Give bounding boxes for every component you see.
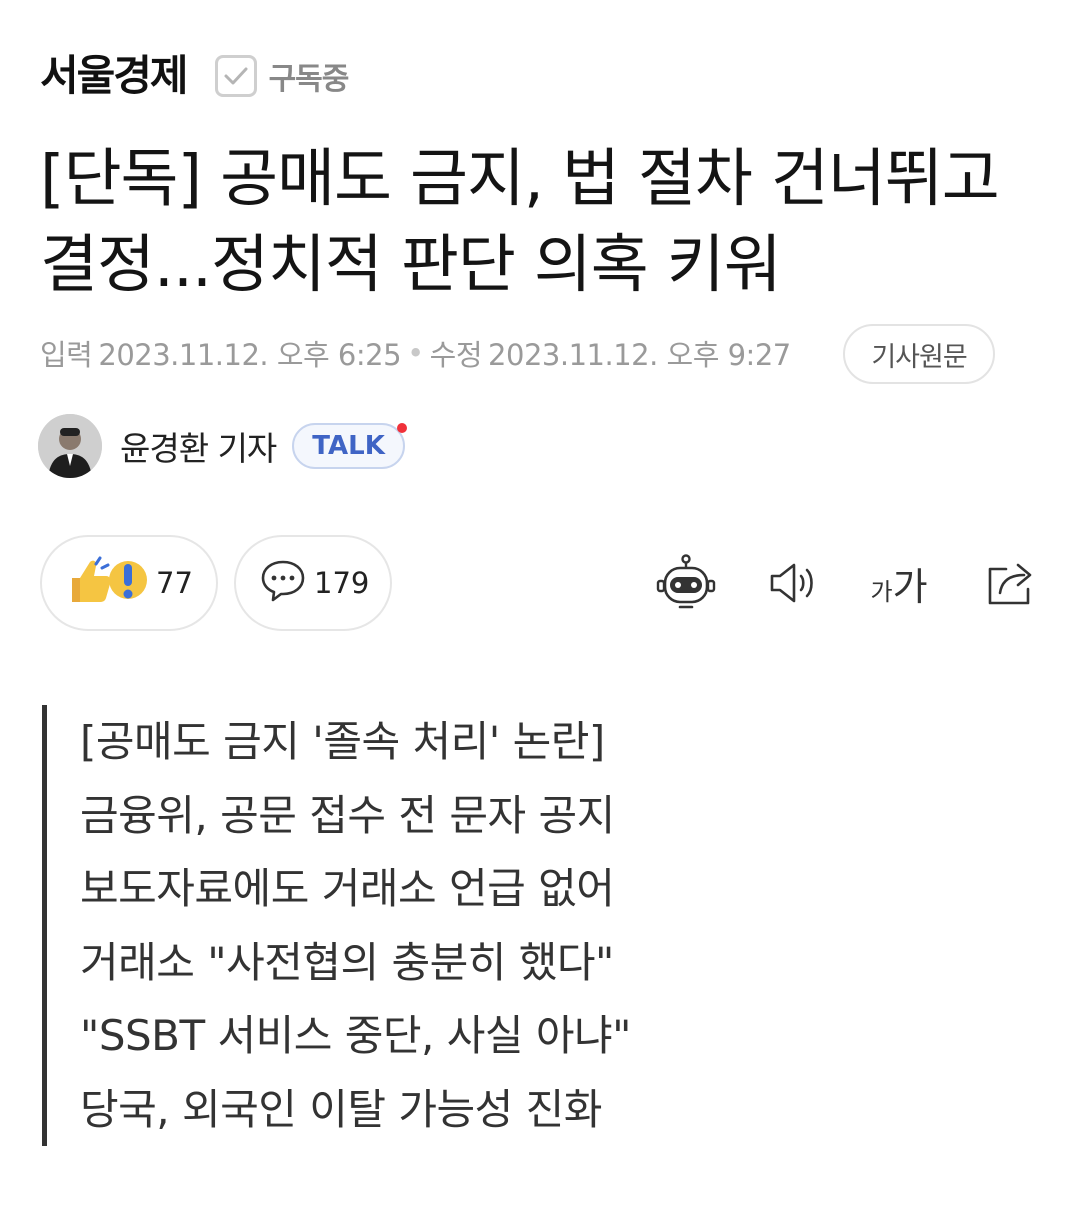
published-date: 2023.11.12. 오후 6:25 xyxy=(98,338,402,372)
ai-summary-robot-icon[interactable] xyxy=(651,548,721,618)
notification-dot xyxy=(396,423,407,433)
talk-button[interactable]: TALK xyxy=(292,423,407,469)
date-separator-dot: • xyxy=(407,336,424,370)
modified-date: 2023.11.12. 오후 9:27 xyxy=(488,338,791,372)
summary-line: 금융위, 공문 접수 전 문자 공지 xyxy=(80,790,615,840)
font-size-large-label: 가 xyxy=(892,564,928,609)
comment-count: 179 xyxy=(314,566,370,600)
modified-label: 수정 xyxy=(429,338,483,372)
share-icon[interactable] xyxy=(976,548,1046,618)
article-headline: [단독] 공매도 금지, 법 절차 건너뛰고 결정...정치적 판단 의혹 키워 xyxy=(40,142,1000,301)
summary-line: 보도자료에도 거래소 언급 없어 xyxy=(80,864,615,913)
published-label: 입력 xyxy=(40,338,93,372)
summary-line: 거래소 "사전협의 충분히 했다" xyxy=(80,937,614,987)
article-summary: [공매도 금지 '졸속 처리' 논란] 금융위, 공문 접수 전 문자 공지 보… xyxy=(42,705,742,1146)
font-size-icon[interactable]: 가 가 xyxy=(864,548,934,618)
original-article-button[interactable]: 기사원문 xyxy=(843,324,995,384)
reporter-avatar[interactable] xyxy=(38,414,102,478)
comment-button[interactable]: 179 xyxy=(234,535,392,631)
subscribe-button[interactable]: 구독중 xyxy=(214,54,350,98)
reporter-info: 윤경환 기자 TALK xyxy=(38,413,407,479)
subscribe-label: 구독중 xyxy=(268,62,350,97)
reaction-button[interactable]: 77 xyxy=(40,535,218,631)
summary-line: "SSBT 서비스 중단, 사실 아냐" xyxy=(80,1011,631,1060)
reaction-emoji-icon xyxy=(66,556,148,610)
font-size-small-label: 가 xyxy=(870,577,893,606)
reaction-count: 77 xyxy=(156,566,193,600)
checkmark-icon xyxy=(214,55,257,97)
article-dates: 입력 2023.11.12. 오후 6:25 • 수정 2023.11.12. … xyxy=(40,330,791,376)
press-header: 서울경제 구독중 xyxy=(40,46,350,106)
comment-icon xyxy=(260,559,306,607)
reporter-name[interactable]: 윤경환 기자 xyxy=(120,422,277,470)
press-logo[interactable]: 서울경제 xyxy=(40,55,189,97)
summary-line: [공매도 금지 '졸속 처리' 논란] xyxy=(80,717,605,766)
summary-line: 당국, 외국인 이탈 가능성 진화 xyxy=(80,1084,602,1134)
speaker-icon[interactable] xyxy=(758,548,828,618)
talk-label: TALK xyxy=(312,431,385,461)
